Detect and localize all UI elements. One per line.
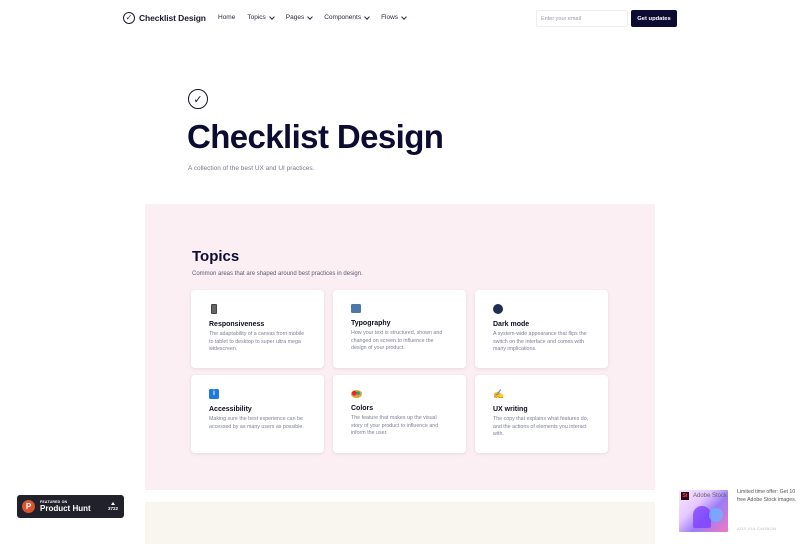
moon-icon bbox=[493, 304, 503, 314]
topic-title: Accessibility bbox=[209, 406, 252, 413]
page-title: Checklist Design bbox=[187, 118, 444, 155]
mobile-phone-icon bbox=[211, 304, 217, 314]
adobe-logo-icon: St bbox=[681, 492, 689, 500]
nav-link-pages[interactable]: Pages bbox=[285, 13, 314, 21]
palette-icon bbox=[351, 390, 362, 398]
product-hunt-badge[interactable]: P FEATURED ON Product Hunt 3722 bbox=[17, 495, 124, 518]
brand-name: Checklist Design bbox=[139, 13, 206, 23]
section-title: Topics bbox=[192, 248, 240, 265]
nav-link-label: Home bbox=[218, 14, 236, 21]
upvote-count: 3722 bbox=[108, 502, 118, 511]
nav-link-label: Topics bbox=[247, 14, 266, 21]
topic-card-colors[interactable]: Colors The feature that makes up the vis… bbox=[333, 375, 466, 453]
product-hunt-text: FEATURED ON Product Hunt bbox=[40, 500, 91, 513]
writing-hand-icon: ✍ bbox=[493, 389, 505, 399]
topic-description: Making sure the best experience can be a… bbox=[209, 416, 304, 430]
section-subtitle: Common areas that are shaped around best… bbox=[192, 271, 363, 277]
topic-card-accessibility[interactable]: i Accessibility Making sure the best exp… bbox=[191, 375, 324, 453]
topic-title: Dark mode bbox=[493, 321, 530, 328]
ad-text-link[interactable]: Limited time offer: Get 10 free Adobe St… bbox=[737, 489, 797, 504]
product-hunt-logo-icon: P bbox=[22, 500, 35, 513]
topics-section: Topics Common areas that are shaped arou… bbox=[145, 204, 655, 490]
topic-title: Colors bbox=[351, 405, 374, 412]
topic-card-responsiveness[interactable]: Responsiveness The adaptability of a can… bbox=[191, 290, 324, 368]
chevron-down-icon bbox=[268, 13, 275, 20]
chevron-down-icon bbox=[364, 13, 370, 20]
ad-brand: Adobe Stock bbox=[693, 493, 728, 499]
chevron-down-icon bbox=[401, 13, 407, 20]
page-subtitle: A collection of the best UX and UI pract… bbox=[188, 165, 315, 172]
get-updates-button[interactable]: Get updates bbox=[631, 10, 677, 27]
nav-link-label: Components bbox=[324, 14, 362, 21]
chevron-down-icon bbox=[307, 13, 314, 20]
nav-links: Home Topics Pages Components Flows bbox=[218, 13, 407, 21]
topic-card-typography[interactable]: Typography How your text is structured, … bbox=[333, 290, 466, 368]
upvote-number: 3722 bbox=[107, 506, 118, 511]
ad-image[interactable]: St Adobe Stock bbox=[679, 490, 728, 532]
ad-illustration-blob bbox=[709, 508, 723, 522]
ad-via-label[interactable]: ADS VIA CARBON bbox=[737, 526, 776, 531]
topic-title: UX writing bbox=[493, 406, 528, 413]
brand-logo-link[interactable]: ✓ Checklist Design bbox=[123, 12, 206, 24]
nav-link-topics[interactable]: Topics bbox=[247, 13, 275, 21]
nav-link-components[interactable]: Components bbox=[324, 13, 370, 21]
nav-link-home[interactable]: Home bbox=[218, 14, 235, 21]
email-input[interactable] bbox=[536, 10, 628, 27]
product-hunt-name: Product Hunt bbox=[40, 504, 91, 513]
info-icon: i bbox=[209, 389, 219, 399]
upvote-arrow-icon bbox=[110, 502, 115, 505]
topic-title: Typography bbox=[351, 320, 391, 327]
topic-description: How your text is structured, shown and c… bbox=[351, 330, 443, 352]
check-circle-icon: ✓ bbox=[123, 12, 135, 24]
topic-description: A system-wide appearance that flips the … bbox=[493, 331, 587, 353]
next-section bbox=[145, 502, 655, 544]
abc-input-icon bbox=[351, 304, 361, 313]
nav-link-label: Pages bbox=[285, 14, 305, 21]
topic-description: The feature that makes up the visual sto… bbox=[351, 415, 439, 437]
carbon-ad: St Adobe Stock Limited time offer: Get 1… bbox=[679, 488, 800, 544]
topic-card-ux-writing[interactable]: ✍ UX writing The copy that explains what… bbox=[475, 375, 608, 453]
nav-link-flows[interactable]: Flows bbox=[381, 13, 407, 21]
topic-card-dark-mode[interactable]: Dark mode A system-wide appearance that … bbox=[475, 290, 608, 368]
topic-description: The adaptability of a canvas from mobile… bbox=[209, 331, 305, 353]
topics-grid: Responsiveness The adaptability of a can… bbox=[191, 290, 608, 453]
nav-link-label: Flows bbox=[381, 14, 399, 21]
top-nav: ✓ Checklist Design Home Topics Pages Com… bbox=[0, 0, 800, 36]
check-circle-icon: ✓ bbox=[188, 89, 208, 109]
topic-title: Responsiveness bbox=[209, 321, 265, 328]
topic-description: The copy that explains what features do,… bbox=[493, 416, 589, 438]
